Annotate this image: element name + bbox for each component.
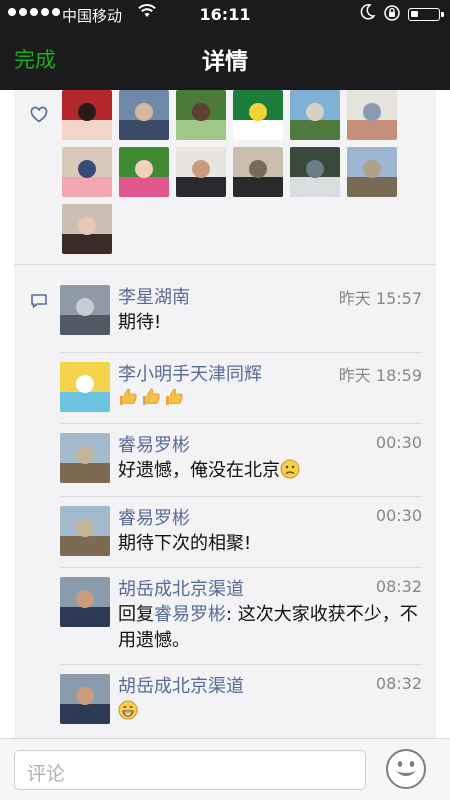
thumbs-up-emoji-icon [164, 388, 184, 412]
comment-author[interactable]: 李小明手天津同辉 [118, 360, 262, 386]
comment-time: 昨天 18:59 [338, 366, 422, 385]
comment-input-placeholder: 评论 [27, 763, 66, 785]
comment-input-bar: 评论 [0, 738, 450, 800]
comment-avatar[interactable] [60, 433, 110, 483]
liker-avatar[interactable] [290, 147, 340, 197]
likes-divider [14, 264, 436, 265]
liker-avatar[interactable] [233, 147, 283, 197]
comment-time: 00:30 [375, 433, 422, 452]
page-title: 详情 [202, 49, 248, 75]
status-bar: 中国移动 16:11 [0, 0, 450, 28]
thumbs-up-emoji-icon [118, 388, 138, 412]
comment-divider [60, 423, 422, 424]
liker-avatar[interactable] [290, 90, 340, 140]
liker-avatar[interactable] [62, 147, 112, 197]
liker-avatar[interactable] [176, 90, 226, 140]
comment-author[interactable]: 睿易罗彬 [118, 504, 190, 530]
comment-avatar[interactable] [60, 577, 110, 627]
comment-divider [60, 352, 422, 353]
comment-text: 期待! [118, 310, 422, 336]
comment-avatar[interactable] [60, 362, 110, 412]
comment-bubble-icon [30, 292, 48, 310]
comment-text [118, 387, 422, 415]
comment-avatar[interactable] [60, 674, 110, 724]
detail-content[interactable]: 李星湖南 昨天 15:57 期待! 李小明手天津同辉 昨天 18:59 睿易罗彬 00:30… [0, 90, 450, 738]
thumbs-up-emoji-icon [141, 388, 161, 412]
orientation-lock-icon [383, 4, 401, 26]
comment-time: 昨天 15:57 [338, 289, 422, 308]
comment-body: 期待! [118, 312, 162, 333]
comment-author[interactable]: 睿易罗彬 [118, 431, 190, 457]
liker-avatar[interactable] [347, 147, 397, 197]
comment-author[interactable]: 李星湖南 [118, 283, 190, 309]
navigation-bar: 完成 详情 [0, 28, 450, 90]
liker-avatar[interactable] [176, 147, 226, 197]
comment-body: 期待下次的相聚! [118, 533, 252, 554]
battery-icon [408, 8, 440, 21]
reply-target-name[interactable]: 睿易罗彬 [154, 604, 226, 625]
sad-face-emoji-icon [280, 459, 300, 481]
comment-text [118, 699, 422, 725]
comment-input[interactable]: 评论 [14, 750, 366, 790]
comment-author[interactable]: 胡岳成北京渠道 [118, 672, 244, 698]
likes-comments-panel: 李星湖南 昨天 15:57 期待! 李小明手天津同辉 昨天 18:59 睿易罗彬 00:30… [14, 90, 436, 738]
liker-avatar[interactable] [62, 90, 112, 140]
comment-divider [60, 567, 422, 568]
heart-outline-icon [30, 106, 48, 124]
liker-avatar[interactable] [347, 90, 397, 140]
comment-author[interactable]: 胡岳成北京渠道 [118, 575, 244, 601]
comment-time: 00:30 [375, 506, 422, 525]
liker-avatar[interactable] [119, 90, 169, 140]
comment-body: 好遗憾，俺没在北京 [118, 460, 280, 481]
reply-prefix: 回复 [118, 604, 154, 625]
liker-avatar[interactable] [62, 204, 112, 254]
comment-avatar[interactable] [60, 285, 110, 335]
liker-avatar[interactable] [233, 90, 283, 140]
grinning-face-emoji-icon [118, 700, 138, 722]
comment-divider [60, 496, 422, 497]
liker-avatar[interactable] [119, 147, 169, 197]
comment-time: 08:32 [375, 577, 422, 596]
battery-level [411, 11, 418, 17]
comment-divider [60, 664, 422, 665]
comment-time: 08:32 [375, 674, 422, 693]
comment-text: 回复睿易罗彬: 这次大家收获不少，不用遗憾。 [118, 602, 422, 654]
comment-avatar[interactable] [60, 506, 110, 556]
do-not-disturb-moon-icon [360, 3, 376, 25]
comment-text: 期待下次的相聚! [118, 531, 422, 557]
comment-text: 好遗憾，俺没在北京 [118, 458, 422, 484]
battery-tip [441, 12, 444, 17]
smiley-face-icon[interactable] [385, 748, 427, 790]
